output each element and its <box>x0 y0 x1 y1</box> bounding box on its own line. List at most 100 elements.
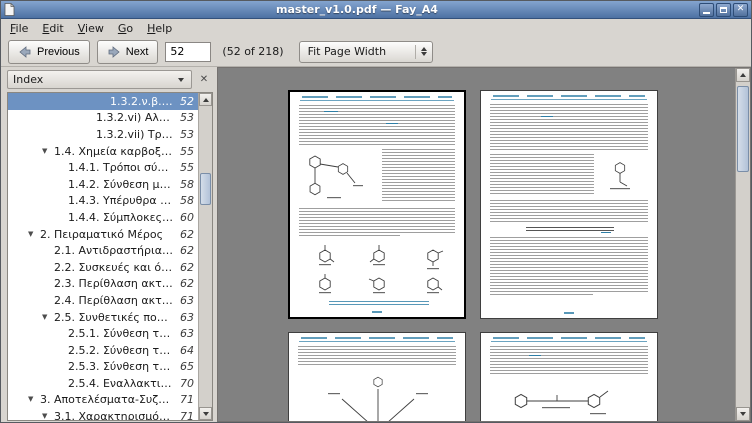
index-entry-label: 2.5.1. Σύνθεση της... <box>68 327 174 340</box>
sidebar-close-button[interactable]: ✕ <box>195 71 213 89</box>
sidebar-header: Index ✕ <box>7 70 213 92</box>
index-tree-item[interactable]: 1.4.1. Τρόποι σύνδ...55 <box>8 159 198 176</box>
page-number-footer <box>372 311 382 313</box>
molecule-figure <box>596 154 648 196</box>
radial-molecule-figure <box>298 369 458 421</box>
expander-collapse-icon[interactable]: ▼ <box>28 396 40 403</box>
index-tree-item[interactable]: 1.3.2.ν.β. Σου...52 <box>8 93 198 110</box>
maximize-button[interactable] <box>716 3 731 17</box>
citation-link <box>529 355 541 356</box>
index-tree-item[interactable]: 2.5.1. Σύνθεση της...63 <box>8 325 198 342</box>
next-button[interactable]: Next <box>97 40 159 64</box>
index-tree-item[interactable]: 1.4.2. Σύνθεση μετ...58 <box>8 176 198 193</box>
index-entry-label: 1.4.2. Σύνθεση μετ... <box>68 178 174 191</box>
spin-down-icon <box>421 52 427 56</box>
page-number-footer <box>564 312 574 314</box>
index-tree-item[interactable]: 2.2. Συσκευές και όρ...62 <box>8 259 198 276</box>
citation-link <box>541 116 553 117</box>
index-entry-label: 1.4.4. Σύμπλοκες ε... <box>68 211 174 224</box>
index-tree[interactable]: 1.3.2.ν.β. Σου...521.3.2.vi) Αλογον...53… <box>8 93 198 420</box>
document-scrollbar-thumb[interactable] <box>737 86 749 172</box>
expander-collapse-icon[interactable]: ▼ <box>28 231 40 238</box>
text-lines <box>382 149 455 203</box>
index-tree-item[interactable]: 2.5.2. Σύνθεση της...64 <box>8 342 198 359</box>
text-lines <box>490 154 594 196</box>
menu-item-go[interactable]: Go <box>111 20 140 37</box>
zoom-spinner[interactable] <box>416 47 432 56</box>
index-tree-item[interactable]: ▼1.4. Χημεία καρβοξυλ...55 <box>8 143 198 160</box>
page-number-input[interactable] <box>165 42 211 62</box>
next-arrow-icon <box>107 45 121 59</box>
previous-label: Previous <box>37 46 80 58</box>
page-thumbnail[interactable] <box>480 332 658 421</box>
index-tree-item[interactable]: ▼3.1. Χαρακτηρισμός ...71 <box>8 408 198 420</box>
expander-collapse-icon[interactable]: ▼ <box>42 314 54 321</box>
page-thumbnail[interactable] <box>288 332 466 421</box>
previous-arrow-icon <box>18 45 32 59</box>
scroll-down-button[interactable] <box>736 407 750 421</box>
index-entry-page: 62 <box>174 228 194 241</box>
figure-caption <box>329 301 429 306</box>
page-canvas[interactable] <box>218 68 735 421</box>
expander-collapse-icon[interactable]: ▼ <box>42 148 54 155</box>
index-tree-item[interactable]: 1.3.2.vii) Τριφαι...53 <box>8 126 198 143</box>
index-entry-page: 58 <box>174 178 194 191</box>
page-header-text <box>301 337 453 339</box>
scroll-up-button[interactable] <box>199 93 212 106</box>
scroll-down-button[interactable] <box>199 407 212 420</box>
index-tree-item[interactable]: 2.3. Περίθλαση ακτίν...62 <box>8 276 198 293</box>
index-tree-item[interactable]: 2.1. Αντιδραστήρια κ...62 <box>8 242 198 259</box>
index-entry-label: 3. Αποτελέσματα-Συζήτ... <box>40 393 174 406</box>
titlebar[interactable]: master_v1.0.pdf — Fay_A4 ✕ <box>1 1 751 19</box>
index-tree-item[interactable]: ▼2.5. Συνθετικές πορεί...63 <box>8 309 198 326</box>
minimize-button[interactable] <box>699 3 714 17</box>
index-panel: 1.3.2.ν.β. Σου...521.3.2.vi) Αλογον...53… <box>7 92 213 421</box>
sidebar-view-dropdown[interactable]: Index <box>7 70 192 89</box>
text-lines <box>490 346 648 376</box>
index-tree-item[interactable]: 1.4.4. Σύμπλοκες ε...60 <box>8 209 198 226</box>
menu-item-help[interactable]: Help <box>140 20 179 37</box>
sidebar-scrollbar[interactable] <box>198 93 212 420</box>
index-tree-item[interactable]: 2.4. Περίθλαση ακτίν...63 <box>8 292 198 309</box>
index-entry-page: 70 <box>174 377 194 390</box>
citation-link <box>601 232 611 233</box>
zoom-select[interactable]: Fit Page Width <box>299 41 433 63</box>
index-entry-label: 2. Πειραματικό Μέρος <box>40 228 163 241</box>
index-entry-label: 2.5. Συνθετικές πορεί... <box>54 311 174 324</box>
page-header-text <box>493 337 645 339</box>
next-label: Next <box>126 46 149 58</box>
menu-item-file[interactable]: File <box>3 20 35 37</box>
arrow-down-icon <box>740 412 746 416</box>
index-entry-label: 2.5.2. Σύνθεση της... <box>68 344 174 357</box>
index-tree-item[interactable]: 2.5.3. Σύνθεση της...65 <box>8 359 198 376</box>
index-entry-label: 3.1. Χαρακτηρισμός ... <box>54 410 174 420</box>
index-tree-item[interactable]: ▼3. Αποτελέσματα-Συζήτ...71 <box>8 392 198 409</box>
menu-item-edit[interactable]: Edit <box>35 20 70 37</box>
index-tree-item[interactable]: 2.5.4. Εναλλακτικ...70 <box>8 375 198 392</box>
index-tree-item[interactable]: 1.4.3. Υπέρυθρα φ...58 <box>8 193 198 210</box>
index-entry-page: 71 <box>174 410 194 420</box>
sidebar-scrollbar-thumb[interactable] <box>200 173 211 205</box>
index-entry-page: 55 <box>174 145 194 158</box>
document-scrollbar[interactable] <box>735 68 750 421</box>
index-tree-item[interactable]: ▼2. Πειραματικό Μέρος 62 <box>8 226 198 243</box>
text-lines <box>490 200 648 222</box>
index-entry-page: 62 <box>174 277 194 290</box>
scroll-up-button[interactable] <box>736 68 750 82</box>
index-tree-item[interactable]: 1.3.2.vi) Αλογον...53 <box>8 110 198 127</box>
page-thumbnail[interactable] <box>480 90 658 319</box>
index-entry-page: 60 <box>174 211 194 224</box>
index-entry-page: 62 <box>174 261 194 274</box>
menubar-items: FileEditViewGoHelp <box>3 20 179 37</box>
menu-item-view[interactable]: View <box>71 20 111 37</box>
text-lines <box>490 237 648 295</box>
previous-button[interactable]: Previous <box>8 40 90 64</box>
text-lines <box>298 346 456 366</box>
expander-collapse-icon[interactable]: ▼ <box>42 413 54 420</box>
close-button[interactable]: ✕ <box>733 3 748 17</box>
content-area: Index ✕ 1.3.2.ν.β. Σου...521.3.2.vi) Αλο… <box>1 67 751 422</box>
arrow-up-icon <box>740 73 746 77</box>
index-entry-label: 1.4.1. Τρόποι σύνδ... <box>68 161 174 174</box>
page-header-text <box>302 96 452 98</box>
page-thumbnail[interactable] <box>288 90 466 319</box>
